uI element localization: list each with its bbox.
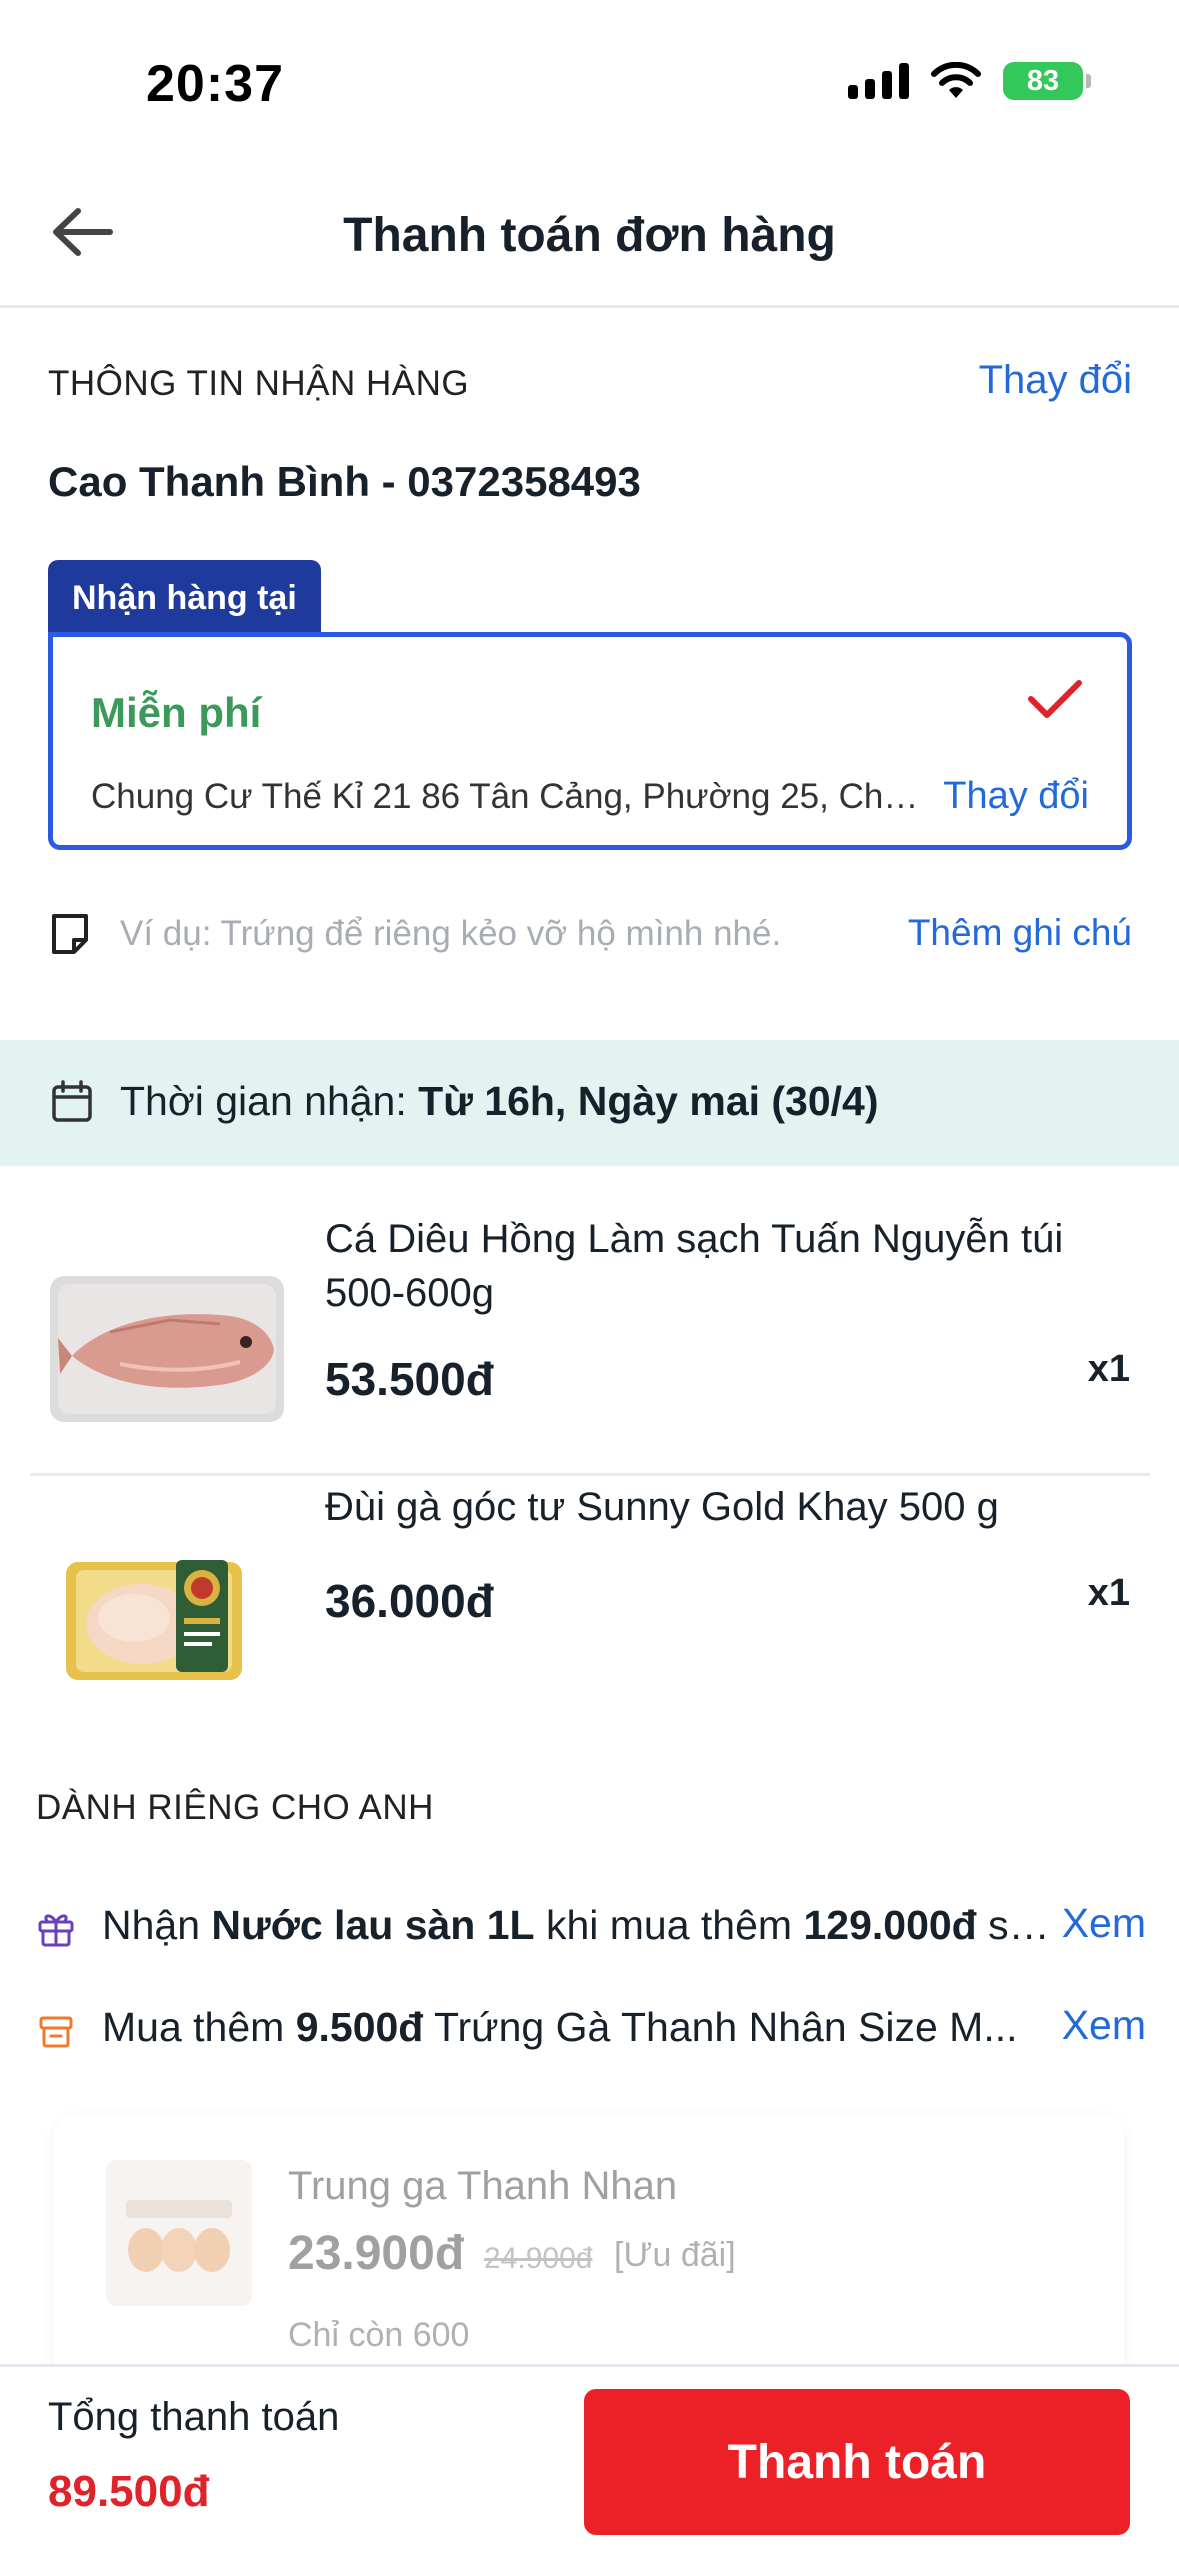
total-value: 89.500đ — [48, 2467, 210, 2516]
suggested-product-stock: Chỉ còn 600 — [288, 2316, 470, 2354]
product-name: Cá Diêu Hồng Làm sạch Tuấn Nguyễn túi 50… — [325, 1217, 1064, 1315]
promo-text-part: Trứng Gà Thanh Nhân Size M... — [423, 2004, 1018, 2050]
battery-level: 83 — [1026, 64, 1060, 97]
egg-product-image — [106, 2160, 252, 2306]
product-quantity: x1 — [1087, 1572, 1130, 1614]
check-icon — [1028, 680, 1082, 718]
pickup-address: Chung Cư Thế Kỉ 21 86 Tân Cảng, Phường 2… — [91, 777, 931, 816]
fish-product-image — [50, 1276, 284, 1422]
note-row[interactable]: Ví dụ: Trứng để riêng kẻo vỡ hộ mình nhé… — [48, 900, 1132, 970]
promo-row[interactable]: Nhận Nước lau sàn 1L khi mua thêm 129.00… — [36, 1896, 1146, 1956]
pickup-option-card[interactable]: Miễn phí Chung Cư Thế Kỉ 21 86 Tân Cảng,… — [48, 632, 1132, 850]
delivery-time-bar: Thời gian nhận: Từ 16h, Ngày mai (30/4) — [0, 1040, 1179, 1166]
divider — [30, 1473, 1150, 1476]
shipping-fee-label: Miễn phí — [91, 689, 262, 736]
chicken-product-image — [66, 1560, 242, 1680]
promo-highlight: 9.500đ — [295, 2004, 424, 2050]
status-icons: 83 — [848, 62, 1091, 100]
product-name: Đùi gà góc tư Sunny Gold Khay 500 g — [325, 1485, 999, 1529]
change-receiver-link[interactable]: Thay đổi — [979, 358, 1132, 403]
note-icon — [52, 914, 88, 954]
promo-text-part: sản phẩm — [988, 1902, 1052, 1948]
promo-text-part: Mua thêm — [102, 2004, 296, 2050]
product-item[interactable]: Cá Diêu Hồng Làm sạch Tuấn Nguyễn túi 50… — [30, 1196, 1150, 1456]
promo-text-part: Nhận — [102, 1902, 212, 1948]
customer-name-phone: Cao Thanh Bình - 0372358493 — [48, 458, 641, 505]
suggested-product-price: 23.900đ — [288, 2227, 465, 2280]
receiver-section-label: THÔNG TIN NHẬN HÀNG — [48, 364, 470, 403]
status-bar: 20:37 83 — [0, 0, 1179, 160]
product-price: 36.000đ — [325, 1575, 494, 1627]
gift-box-icon — [39, 2016, 73, 2048]
note-input[interactable]: Ví dụ: Trứng để riêng kẻo vỡ hộ mình nhé… — [120, 914, 781, 954]
product-price: 53.500đ — [325, 1353, 494, 1405]
status-time: 20:37 — [146, 55, 284, 113]
suggested-product-badge: [Ưu đãi] — [614, 2236, 736, 2274]
promo-highlight: 129.000đ — [803, 1902, 977, 1948]
suggested-product-name: Trung ga Thanh Nhan — [288, 2164, 678, 2208]
promo-text: Nhận Nước lau sàn 1L khi mua thêm 129.00… — [102, 1902, 1052, 1949]
delivery-time: Thời gian nhận: Từ 16h, Ngày mai (30/4) — [120, 1078, 879, 1125]
delivery-time-label: Thời gian nhận: — [120, 1078, 407, 1124]
battery-charging-icon: 83 — [1003, 62, 1091, 100]
delivery-time-value: Từ 16h, Ngày mai (30/4) — [418, 1078, 879, 1124]
pickup-tag: Nhận hàng tại — [48, 560, 321, 636]
wifi-icon — [931, 62, 981, 98]
promo-text-part: khi mua thêm — [534, 1902, 804, 1948]
promo-highlight: Nước lau sàn 1L — [211, 1902, 535, 1948]
add-note-button[interactable]: Thêm ghi chú — [908, 912, 1132, 954]
promo-row[interactable]: Mua thêm 9.500đ Trứng Gà Thanh Nhân Size… — [36, 1998, 1146, 2058]
product-quantity: x1 — [1087, 1348, 1130, 1390]
view-promo-link[interactable]: Xem — [1062, 1900, 1146, 1947]
signal-icon — [848, 63, 909, 99]
calendar-icon — [52, 1080, 92, 1122]
header: Thanh toán đơn hàng — [0, 160, 1179, 308]
page-title: Thanh toán đơn hàng — [343, 209, 836, 262]
product-item[interactable]: Đùi gà góc tư Sunny Gold Khay 500 g 36.0… — [30, 1480, 1150, 1720]
promo-text: Mua thêm 9.500đ Trứng Gà Thanh Nhân Size… — [102, 2004, 1052, 2051]
view-promo-link[interactable]: Xem — [1062, 2002, 1146, 2049]
gift-icon — [38, 1914, 74, 1947]
total-label: Tổng thanh toán — [48, 2395, 340, 2439]
pay-button[interactable]: Thanh toán — [584, 2389, 1130, 2535]
checkout-footer: Tổng thanh toán 89.500đ Thanh toán — [0, 2364, 1179, 2556]
promotions-section-label: DÀNH RIÊNG CHO ANH — [36, 1788, 434, 1827]
suggested-product-old-price: 24.900đ — [484, 2242, 593, 2275]
change-address-link[interactable]: Thay đổi — [943, 775, 1089, 818]
